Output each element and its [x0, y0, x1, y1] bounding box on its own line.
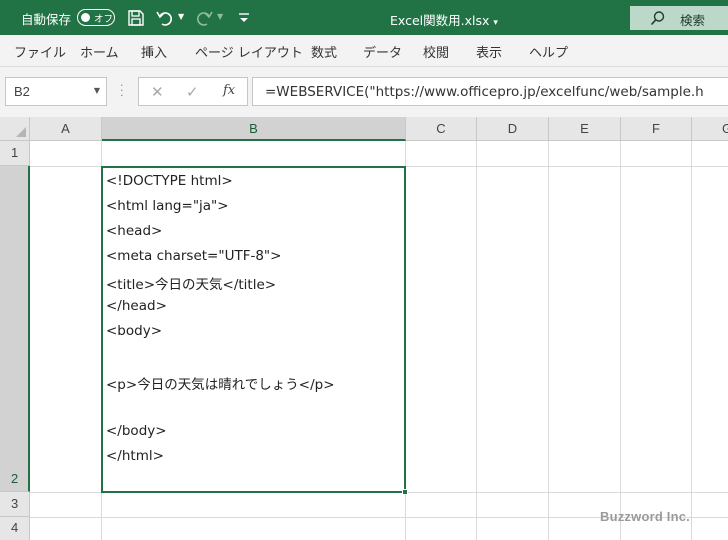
cell-line: <!DOCTYPE html> [106, 173, 233, 189]
row-number: 2 [11, 471, 19, 486]
name-box-dropdown-icon[interactable]: ▼ [94, 86, 100, 95]
search-icon [650, 11, 665, 26]
tab-home[interactable]: ホーム [80, 42, 119, 61]
column-header-a[interactable]: A [30, 117, 102, 141]
search-label: 検索 [680, 13, 706, 28]
enter-icon[interactable]: ✓ [186, 83, 199, 101]
tab-help[interactable]: ヘルプ [529, 42, 568, 61]
file-title[interactable]: Excel関数用.xlsx ▾ [390, 10, 498, 29]
cell-line: </html> [106, 448, 164, 464]
worksheet-grid[interactable]: A B C D E F G 1 2 3 4 <!DOCTYPE html> <h… [0, 117, 728, 540]
ribbon-tabs: ファイル ホーム 挿入 ページ レイアウト 数式 データ 校閲 表示 ヘルプ [0, 35, 728, 67]
undo-icon[interactable] [155, 8, 175, 28]
tab-insert[interactable]: 挿入 [141, 42, 167, 61]
gridline [691, 141, 692, 540]
autosave-label: 自動保存 [21, 12, 72, 27]
gridline [620, 141, 621, 540]
file-dropdown-icon: ▾ [493, 18, 498, 28]
autosave-toggle[interactable]: オフ [77, 9, 115, 26]
column-header-c[interactable]: C [406, 117, 477, 141]
tab-page-layout[interactable]: ページ レイアウト [195, 42, 303, 61]
row-number: 3 [11, 496, 19, 511]
fill-handle[interactable] [402, 489, 408, 495]
row-header-1[interactable]: 1 [0, 141, 30, 166]
row-header-2[interactable]: 2 [0, 166, 30, 492]
tab-view[interactable]: 表示 [476, 42, 502, 61]
formula-text: =WEBSERVICE("https://www.officepro.jp/ex… [265, 84, 704, 100]
formula-bar-area: B2 ▼ · · · ✕ ✓ fx =WEBSERVICE("https://www… [0, 67, 728, 117]
formula-input[interactable]: =WEBSERVICE("https://www.officepro.jp/ex… [252, 77, 728, 106]
row-number: 4 [11, 520, 19, 535]
cell-line: <body> [106, 323, 163, 339]
redo-icon[interactable] [194, 8, 214, 28]
gridline [548, 141, 549, 540]
tab-data[interactable]: データ [363, 42, 402, 61]
customize-quick-access-icon[interactable] [234, 8, 254, 28]
cell-line: <meta charset="UTF-8"> [106, 248, 282, 264]
column-header-e[interactable]: E [549, 117, 621, 141]
active-cell-b2[interactable]: <!DOCTYPE html> <html lang="ja"> <head> … [101, 166, 408, 495]
file-name: Excel関数用.xlsx [390, 13, 490, 28]
formula-buttons: ✕ ✓ fx [138, 77, 248, 106]
watermark: Buzzword Inc. [600, 509, 690, 524]
redo-dropdown-icon[interactable]: ▼ [217, 12, 223, 21]
row-number: 1 [11, 145, 19, 160]
cell-line: <html lang="ja"> [106, 198, 229, 214]
cell-line: <head> [106, 223, 163, 239]
cell-line: <p>今日の天気は晴れでしょう</p> [106, 377, 335, 393]
tab-file[interactable]: ファイル [14, 42, 66, 61]
formula-bar-grip-icon[interactable]: · · · [120, 80, 124, 101]
cell-line: </head> [106, 298, 167, 314]
undo-dropdown-icon[interactable]: ▼ [178, 12, 184, 21]
cell-line: </body> [106, 423, 167, 439]
column-header-b[interactable]: B [102, 117, 406, 141]
cell-line: <title>今日の天気</title> [106, 277, 277, 293]
title-bar: 自動保存 オフ ▼ ▼ Excel関数用.xlsx ▾ 検索 [0, 0, 728, 35]
select-all-button[interactable] [0, 117, 30, 141]
column-header-g[interactable]: G [692, 117, 728, 141]
save-icon[interactable] [126, 8, 146, 28]
tab-formulas[interactable]: 数式 [311, 42, 337, 61]
column-header-d[interactable]: D [477, 117, 549, 141]
gridline [476, 141, 477, 540]
name-box[interactable]: B2 ▼ [5, 77, 107, 106]
name-box-value: B2 [14, 84, 30, 99]
column-header-f[interactable]: F [621, 117, 692, 141]
toggle-knob [81, 13, 90, 22]
cancel-icon[interactable]: ✕ [151, 83, 164, 101]
select-all-icon [16, 127, 26, 137]
row-header-3[interactable]: 3 [0, 492, 30, 517]
insert-function-icon[interactable]: fx [223, 83, 235, 98]
tab-review[interactable]: 校閲 [423, 42, 449, 61]
autosave-state: オフ [94, 14, 114, 25]
search-box[interactable]: 検索 [630, 6, 728, 30]
row-header-4[interactable]: 4 [0, 517, 30, 540]
